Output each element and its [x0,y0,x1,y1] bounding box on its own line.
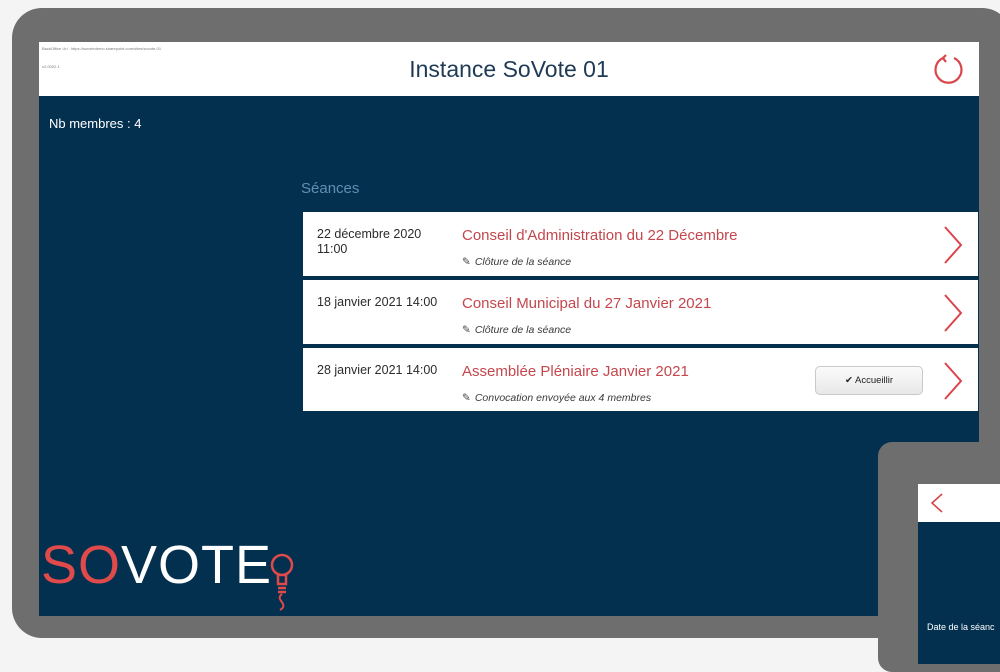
seance-status: ✎ Clôture de la séance [462,256,571,268]
pen-icon: ✎ [462,256,471,268]
lightbulb-icon [270,553,294,611]
seance-date-label: Date de la séanc [927,622,995,632]
chevron-right-icon[interactable] [942,360,964,402]
seance-status-text: Clôture de la séance [474,256,572,268]
seance-title: Assemblée Pléniaire Janvier 2021 [462,363,689,380]
chevron-right-icon[interactable] [942,292,964,334]
seances-heading: Séances [301,180,360,197]
chevron-right-icon[interactable] [942,224,964,266]
seance-row[interactable]: 22 décembre 2020 11:00 Conseil d'Adminis… [303,212,978,276]
seance-title: Conseil Municipal du 27 Janvier 2021 [462,295,712,312]
members-count: Nb membres : 4 [49,116,142,131]
header-bar: BackOffice Url : https://sovotedemo.shar… [39,42,979,96]
second-device-screen: Date de la séanc [918,484,1000,664]
seance-title: Conseil d'Administration du 22 Décembre [462,227,738,244]
seance-date: 22 décembre 2020 11:00 [317,227,422,256]
pen-icon: ✎ [462,392,471,404]
back-arrow-icon[interactable] [928,492,948,514]
seance-status-text: Convocation envoyée aux 4 membres [474,392,652,404]
app-screen: BackOffice Url : https://sovotedemo.shar… [39,42,979,616]
refresh-icon[interactable] [932,53,966,87]
accueillir-button[interactable]: ✔ Accueillir [815,366,923,395]
backoffice-url: BackOffice Url : https://sovotedemo.shar… [42,46,162,51]
seance-status: ✎ Clôture de la séance [462,324,571,336]
seance-row[interactable]: 18 janvier 2021 14:00 Conseil Municipal … [303,280,978,344]
seance-status-text: Clôture de la séance [474,324,572,336]
sovote-logo: SOVOTE [41,535,273,595]
seance-date: 18 janvier 2021 14:00 [317,295,438,309]
pen-icon: ✎ [462,324,471,336]
seance-row[interactable]: 28 janvier 2021 14:00 Assemblée Pléniair… [303,348,978,411]
page-title: Instance SoVote 01 [409,56,609,82]
second-screen-header [918,484,1000,522]
seance-status: ✎ Convocation envoyée aux 4 membres [462,392,651,404]
seance-date: 28 janvier 2021 14:00 [317,363,438,377]
